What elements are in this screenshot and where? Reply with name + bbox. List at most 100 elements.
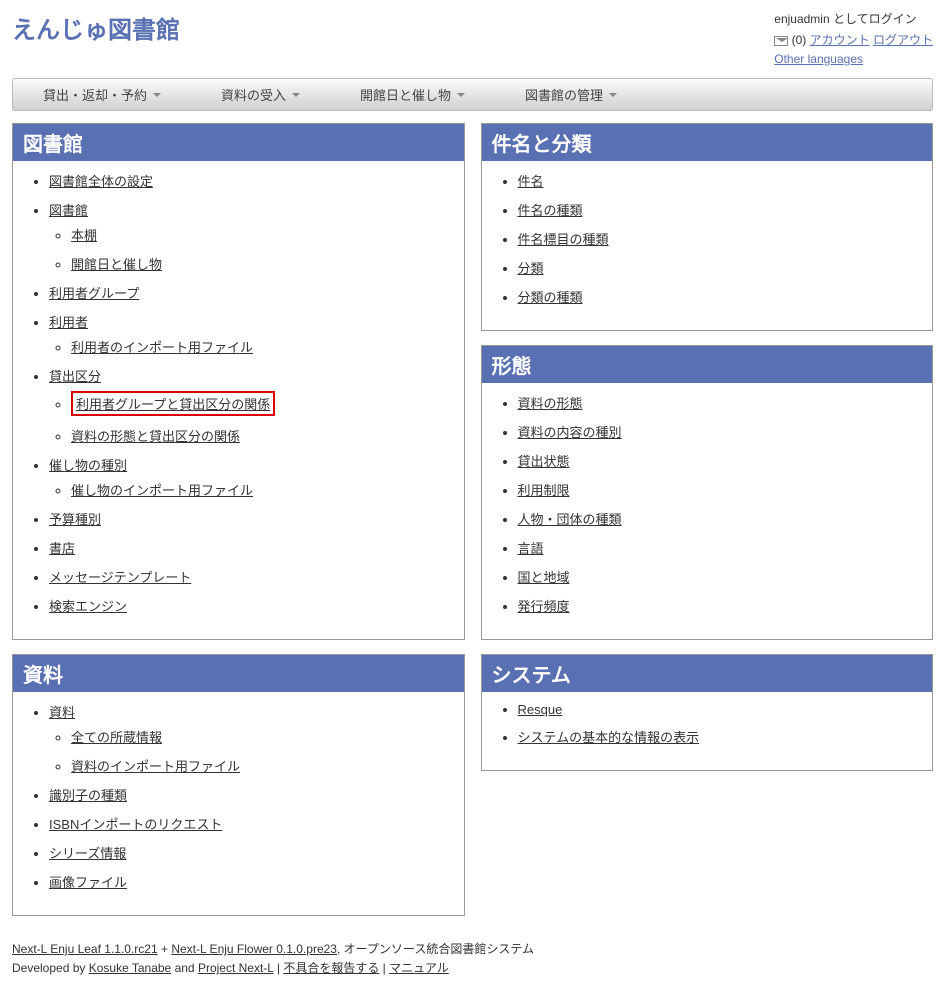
list-item: 件名の種類 [518, 200, 923, 219]
panel-library: 図書館 図書館全体の設定図書館本棚開館日と催し物利用者グループ利用者利用者のイン… [12, 123, 465, 640]
logout-link[interactable]: ログアウト [873, 33, 933, 47]
footer-leaf-link[interactable]: Next-L Enju Leaf 1.1.0.rc21 [12, 942, 158, 956]
menu-events[interactable]: 開館日と催し物 [330, 85, 495, 104]
list-item: 利用者利用者のインポート用ファイル [49, 312, 454, 356]
list-link[interactable]: 書店 [49, 541, 75, 556]
panel-title: 件名と分類 [482, 124, 933, 161]
list-item: 資料のインポート用ファイル [71, 756, 454, 775]
list-link[interactable]: ISBNインポートのリクエスト [49, 817, 222, 832]
material-list: 資料全ての所蔵情報資料のインポート用ファイル識別子の種類 ISBNインポートのリク… [23, 702, 454, 891]
menu-admin[interactable]: 図書館の管理 [495, 85, 647, 104]
panel-title: 形態 [482, 346, 933, 383]
list-link[interactable]: 発行頻度 [518, 599, 570, 614]
list-item: 図書館本棚開館日と催し物 [49, 200, 454, 273]
list-item: 書店 [49, 538, 454, 557]
list-link[interactable]: シリーズ情報 [49, 846, 126, 861]
chevron-down-icon [292, 93, 300, 97]
footer-dev1-link[interactable]: Kosuke Tanabe [89, 961, 172, 975]
list-item: Resque [518, 702, 923, 717]
panel-title: 資料 [13, 655, 464, 692]
mail-icon[interactable] [774, 36, 788, 46]
list-item: 催し物のインポート用ファイル [71, 480, 454, 499]
list-link[interactable]: 画像ファイル [49, 875, 127, 890]
list-link[interactable]: メッセージテンプレート [49, 570, 191, 585]
list-link[interactable]: 利用制限 [518, 483, 570, 498]
footer-flower-link[interactable]: Next-L Enju Flower 0.1.0.pre23 [171, 942, 337, 956]
footer-report-link[interactable]: 不具合を報告する [283, 961, 379, 975]
list-link[interactable]: 件名の種類 [518, 203, 583, 218]
list-link[interactable]: 分類 [518, 261, 544, 276]
list-item: 開館日と催し物 [71, 254, 454, 273]
chevron-down-icon [609, 93, 617, 97]
subject-list: 件名件名の種類件名標目の種類分類分類の種類 [492, 171, 923, 306]
list-item: 利用制限 [518, 480, 923, 499]
list-link[interactable]: 利用者グループと貸出区分の関係 [76, 397, 270, 412]
footer-manual-link[interactable]: マニュアル [389, 961, 449, 975]
list-link[interactable]: 資料の形態と貸出区分の関係 [71, 429, 240, 444]
list-link[interactable]: 貸出区分 [49, 369, 101, 384]
list-link[interactable]: 貸出状態 [518, 454, 570, 469]
list-item: シリーズ情報 [49, 843, 454, 862]
list-link[interactable]: 言語 [518, 541, 544, 556]
panel-title: システム [482, 655, 933, 692]
list-item: 発行頻度 [518, 596, 923, 615]
list-item: 本棚 [71, 225, 454, 244]
list-link[interactable]: 資料 [49, 705, 75, 720]
panel-title: 図書館 [13, 124, 464, 161]
list-item: 催し物の種別催し物のインポート用ファイル [49, 455, 454, 499]
list-link[interactable]: 資料の内容の種別 [518, 425, 622, 440]
list-link[interactable]: 図書館 [49, 203, 88, 218]
form-list: 資料の形態資料の内容の種別貸出状態利用制限人物・団体の種類言語国と地域発行頻度 [492, 393, 923, 615]
other-languages-link[interactable]: Other languages [774, 52, 863, 66]
list-link[interactable]: 本棚 [71, 228, 97, 243]
list-item: 貸出区分利用者グループと貸出区分の関係資料の形態と貸出区分の関係 [49, 366, 454, 445]
list-item: 予算種別 [49, 509, 454, 528]
message-count: (0) [792, 33, 807, 47]
list-item: 利用者グループ [49, 283, 454, 302]
list-item: 画像ファイル [49, 872, 454, 891]
menu-checkout[interactable]: 貸出・返却・予約 [13, 85, 191, 104]
list-link[interactable]: 催し物の種別 [49, 458, 127, 473]
list-item: メッセージテンプレート [49, 567, 454, 586]
list-item: 言語 [518, 538, 923, 557]
list-item: 貸出状態 [518, 451, 923, 470]
list-link[interactable]: 利用者 [49, 315, 88, 330]
list-link[interactable]: 識別子の種類 [49, 788, 127, 803]
list-link[interactable]: 人物・団体の種類 [518, 512, 622, 527]
list-link[interactable]: 全ての所蔵情報 [71, 730, 162, 745]
list-link[interactable]: 利用者のインポート用ファイル [71, 340, 253, 355]
library-list: 図書館全体の設定図書館本棚開館日と催し物利用者グループ利用者利用者のインポート用… [23, 171, 454, 615]
list-link[interactable]: 催し物のインポート用ファイル [71, 483, 253, 498]
list-item: 分類 [518, 258, 923, 277]
list-item: 資料の形態と貸出区分の関係 [71, 426, 454, 445]
list-link[interactable]: 図書館全体の設定 [49, 174, 153, 189]
menubar: 貸出・返却・予約 資料の受入 開館日と催し物 図書館の管理 [12, 78, 933, 111]
list-link[interactable]: Resque [518, 702, 563, 717]
list-item: 利用者のインポート用ファイル [71, 337, 454, 356]
list-link[interactable]: 利用者グループ [49, 286, 139, 301]
list-item: 人物・団体の種類 [518, 509, 923, 528]
list-link[interactable]: システムの基本的な情報の表示 [518, 730, 700, 745]
footer-dev2-link[interactable]: Project Next-L [198, 961, 274, 975]
panel-form: 形態 資料の形態資料の内容の種別貸出状態利用制限人物・団体の種類言語国と地域発行… [481, 345, 934, 640]
list-item: 国と地域 [518, 567, 923, 586]
list-link[interactable]: 予算種別 [49, 512, 101, 527]
list-link[interactable]: 件名 [518, 174, 544, 189]
menu-acquisition[interactable]: 資料の受入 [191, 85, 330, 104]
list-link[interactable]: 国と地域 [518, 570, 570, 585]
list-item: 資料の形態 [518, 393, 923, 412]
list-link[interactable]: 資料のインポート用ファイル [71, 759, 240, 774]
list-link[interactable]: 分類の種類 [518, 290, 583, 305]
list-link[interactable]: 件名標目の種類 [518, 232, 609, 247]
login-status: enjuadmin としてログイン [774, 10, 933, 27]
chevron-down-icon [153, 93, 161, 97]
panel-system: システム Resque システムの基本的な情報の表示 [481, 654, 934, 771]
list-item: 検索エンジン [49, 596, 454, 615]
panel-material: 資料 資料全ての所蔵情報資料のインポート用ファイル識別子の種類 ISBNインポート… [12, 654, 465, 916]
list-item: 分類の種類 [518, 287, 923, 306]
list-link[interactable]: 開館日と催し物 [71, 257, 162, 272]
list-item: ISBNインポートのリクエスト [49, 814, 454, 833]
list-link[interactable]: 検索エンジン [49, 599, 127, 614]
account-link[interactable]: アカウント [810, 33, 870, 47]
list-link[interactable]: 資料の形態 [518, 396, 583, 411]
